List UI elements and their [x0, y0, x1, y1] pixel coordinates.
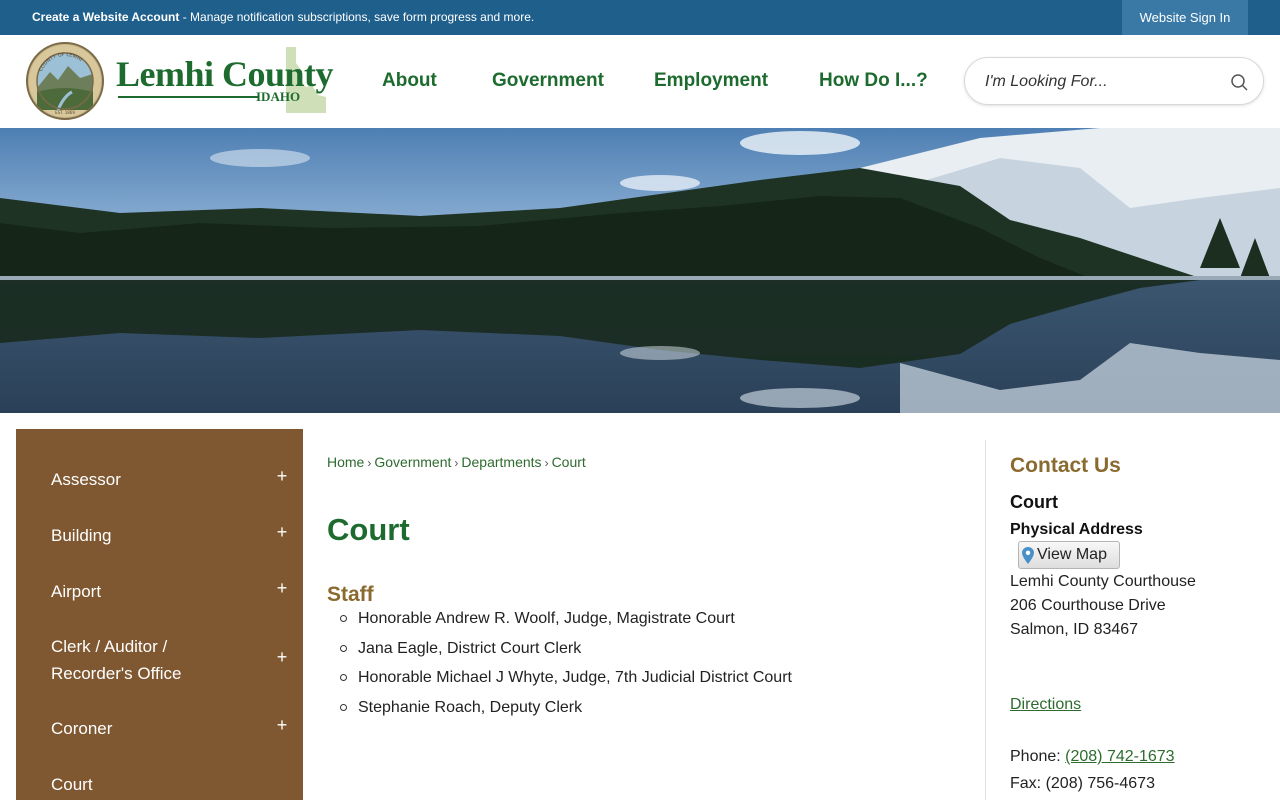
sidebar-item-label: Building: [51, 526, 112, 545]
contact-name: Court: [1010, 492, 1058, 512]
staff-list-item: Honorable Michael J Whyte, Judge, 7th Ju…: [340, 668, 792, 698]
nav-item-government[interactable]: Government: [492, 70, 604, 92]
expand-plus-icon[interactable]: +: [274, 578, 290, 599]
view-map-button[interactable]: View Map: [1018, 541, 1120, 569]
nav-item-about[interactable]: About: [382, 70, 437, 92]
fax-line: Fax: (208) 756-4673: [1010, 775, 1155, 793]
seal-bottom-text: EST. 1869: [55, 110, 75, 115]
address-line: Lemhi County Courthouse: [1010, 573, 1196, 590]
hero-banner-image: [0, 128, 1280, 413]
sidebar-item-label: Court: [51, 775, 93, 794]
breadcrumb-separator: ›: [367, 456, 372, 470]
brand-name: Lemhi County: [116, 54, 334, 94]
map-pin-icon: [1022, 547, 1034, 564]
account-notice: Create a Website Account - Manage notifi…: [32, 10, 534, 24]
phone-label: Phone:: [1010, 748, 1066, 765]
contact-heading: Contact Us: [1010, 454, 1121, 477]
breadcrumb-departments[interactable]: Departments: [461, 454, 541, 470]
site-header: COUNTY OF LEMHI EST. 1869 Lemhi County I…: [0, 35, 1280, 128]
breadcrumb-separator: ›: [454, 456, 459, 470]
phone-link[interactable]: (208) 742-1673: [1065, 748, 1174, 765]
phone-line: Phone: (208) 742-1673: [1010, 748, 1175, 766]
staff-list-item: Stephanie Roach, Deputy Clerk: [340, 698, 792, 728]
county-seal-logo[interactable]: COUNTY OF LEMHI EST. 1869: [26, 42, 104, 120]
sidebar-item-label: Airport: [51, 582, 102, 601]
column-divider: [985, 440, 986, 800]
expand-plus-icon[interactable]: +: [274, 522, 290, 543]
expand-plus-icon[interactable]: +: [274, 647, 290, 668]
staff-list-item: Jana Eagle, District Court Clerk: [340, 639, 792, 669]
site-logo[interactable]: Lemhi County IDAHO: [116, 47, 334, 115]
breadcrumb-home[interactable]: Home: [327, 454, 364, 470]
breadcrumb: Home › Government › Departments › Court: [327, 454, 586, 470]
search-icon[interactable]: [1229, 72, 1249, 92]
brand-underline: [118, 96, 258, 98]
nav-item-how-do-i[interactable]: How Do I...?: [819, 70, 928, 92]
account-notice-text: - Manage notification subscriptions, sav…: [179, 10, 535, 24]
expand-plus-icon[interactable]: +: [274, 466, 290, 487]
breadcrumb-government[interactable]: Government: [374, 454, 451, 470]
page-title: Court: [327, 512, 410, 547]
physical-address-label: Physical Address: [1010, 521, 1143, 538]
fax-label: Fax:: [1010, 775, 1046, 792]
sidebar-item-label: Clerk / Auditor / Recorder's Office: [51, 637, 182, 683]
breadcrumb-separator: ›: [544, 456, 549, 470]
search-input[interactable]: [985, 70, 1215, 94]
view-map-label: View Map: [1037, 546, 1107, 563]
website-sign-in-button[interactable]: Website Sign In: [1122, 0, 1248, 35]
brand-state: IDAHO: [256, 89, 301, 104]
create-account-link[interactable]: Create a Website Account: [32, 10, 179, 24]
staff-heading: Staff: [327, 583, 374, 606]
breadcrumb-court[interactable]: Court: [552, 454, 586, 470]
staff-list: Honorable Andrew R. Woolf, Judge, Magist…: [340, 609, 792, 727]
expand-plus-icon[interactable]: +: [274, 715, 290, 736]
top-bar: Create a Website Account - Manage notifi…: [0, 0, 1280, 35]
staff-list-item: Honorable Andrew R. Woolf, Judge, Magist…: [340, 609, 792, 639]
site-search: [964, 57, 1264, 105]
sidebar-nav: Assessor + Building + Airport + Clerk / …: [16, 429, 303, 800]
address-line: Salmon, ID 83467: [1010, 621, 1139, 638]
directions-link[interactable]: Directions: [1010, 696, 1081, 714]
fax-number: (208) 756-4673: [1045, 775, 1155, 792]
address-line: 206 Courthouse Drive: [1010, 597, 1166, 614]
sidebar-item-label: Coroner: [51, 719, 113, 738]
nav-item-employment[interactable]: Employment: [654, 70, 768, 92]
sidebar-item-label: Assessor: [51, 470, 121, 489]
